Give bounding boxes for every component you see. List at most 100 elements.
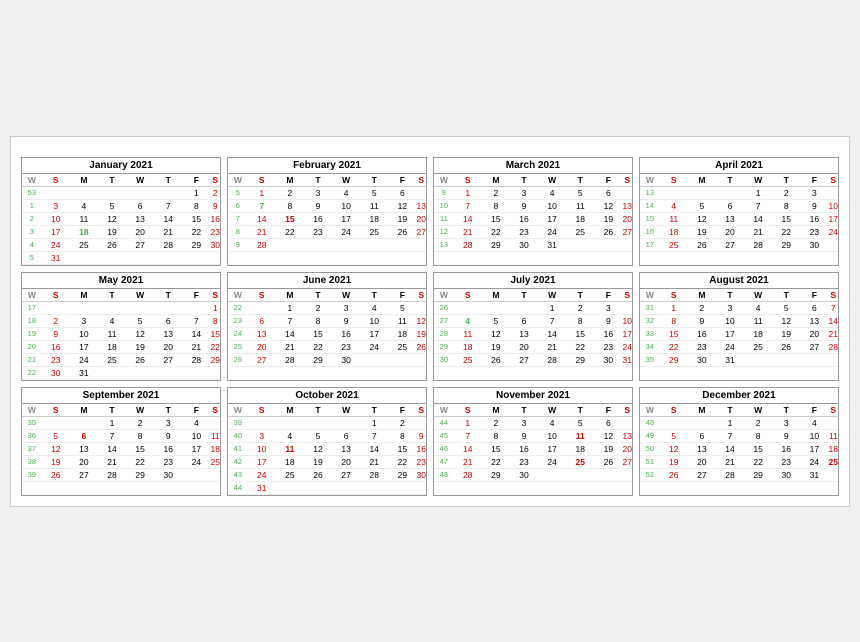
month-block: August 2021WSMTWTFS311234567328910111213… [639,272,839,381]
col-header: T [510,289,538,302]
day-cell: 9 [510,199,538,212]
day-cell [482,301,510,314]
day-cell: 6 [248,314,276,327]
day-cell: 6 [332,429,360,442]
day-cell: 27 [416,225,426,238]
day-cell: 19 [416,327,426,340]
day-cell: 18 [566,442,594,455]
day-cell: 25 [276,468,304,481]
col-header: M [688,404,716,417]
day-cell [660,416,688,429]
day-cell [416,353,426,366]
col-header: F [182,289,210,302]
day-cell [744,353,772,366]
day-cell: 16 [332,327,360,340]
col-header: T [566,404,594,417]
day-cell [332,416,360,429]
day-cell: 3 [304,186,332,199]
col-header: S [210,289,220,302]
day-cell: 23 [688,340,716,353]
week-number: 36 [22,429,42,442]
day-cell: 8 [482,199,510,212]
col-header: T [566,289,594,302]
day-cell: 24 [182,455,210,468]
day-cell [622,238,632,251]
day-cell: 27 [688,468,716,481]
day-cell: 1 [276,301,304,314]
day-cell: 14 [98,442,126,455]
day-cell: 8 [304,314,332,327]
col-header: W [126,404,154,417]
day-cell: 14 [154,212,182,225]
day-cell: 24 [538,455,566,468]
day-cell: 18 [360,212,388,225]
day-cell: 25 [744,340,772,353]
day-cell: 14 [454,442,482,455]
week-number: 22 [22,366,42,379]
day-cell: 11 [566,199,594,212]
day-cell: 10 [622,314,632,327]
day-cell: 26 [304,468,332,481]
day-cell: 4 [332,186,360,199]
day-cell: 16 [594,327,622,340]
day-cell: 5 [688,199,716,212]
day-cell: 20 [510,340,538,353]
col-header: W [228,289,248,302]
day-cell: 1 [660,301,688,314]
col-header: S [248,289,276,302]
day-cell: 12 [660,442,688,455]
day-cell: 24 [716,340,744,353]
week-number: 12 [434,225,454,238]
day-cell: 3 [510,186,538,199]
week-number: 27 [434,314,454,327]
day-cell: 20 [126,225,154,238]
day-cell: 8 [388,429,416,442]
week-number: 29 [434,340,454,353]
week-number: 13 [640,186,660,199]
day-cell [828,416,838,429]
day-cell: 11 [360,199,388,212]
day-cell [98,301,126,314]
month-table: WSMTWTFS48123449567891011501213141516171… [640,404,838,482]
day-cell: 8 [744,429,772,442]
day-cell: 17 [716,327,744,340]
day-cell: 21 [276,340,304,353]
day-cell: 31 [538,238,566,251]
day-cell: 2 [772,186,800,199]
day-cell: 17 [828,212,838,225]
day-cell: 18 [210,442,220,455]
day-cell: 18 [828,442,838,455]
col-header: F [388,289,416,302]
day-cell: 27 [126,238,154,251]
day-cell: 21 [538,340,566,353]
day-cell [688,416,716,429]
day-cell: 14 [716,442,744,455]
day-cell: 20 [248,340,276,353]
day-cell: 22 [126,455,154,468]
col-header: T [360,174,388,187]
month-title: July 2021 [434,273,632,289]
day-cell: 2 [744,416,772,429]
day-cell: 20 [416,212,426,225]
day-cell: 30 [210,238,220,251]
day-cell [182,468,210,481]
col-header: S [210,174,220,187]
day-cell [538,468,566,481]
day-cell: 26 [416,340,426,353]
day-cell [210,468,220,481]
col-header: M [688,289,716,302]
day-cell [70,301,98,314]
day-cell [622,468,632,481]
week-number: 37 [22,442,42,455]
day-cell: 31 [622,353,632,366]
day-cell: 15 [182,212,210,225]
day-cell: 10 [538,429,566,442]
col-header: S [42,174,70,187]
col-header: T [304,404,332,417]
week-number: 10 [434,199,454,212]
day-cell: 22 [566,340,594,353]
day-cell: 28 [744,238,772,251]
day-cell: 19 [594,442,622,455]
col-header: F [594,174,622,187]
day-cell [416,416,426,429]
